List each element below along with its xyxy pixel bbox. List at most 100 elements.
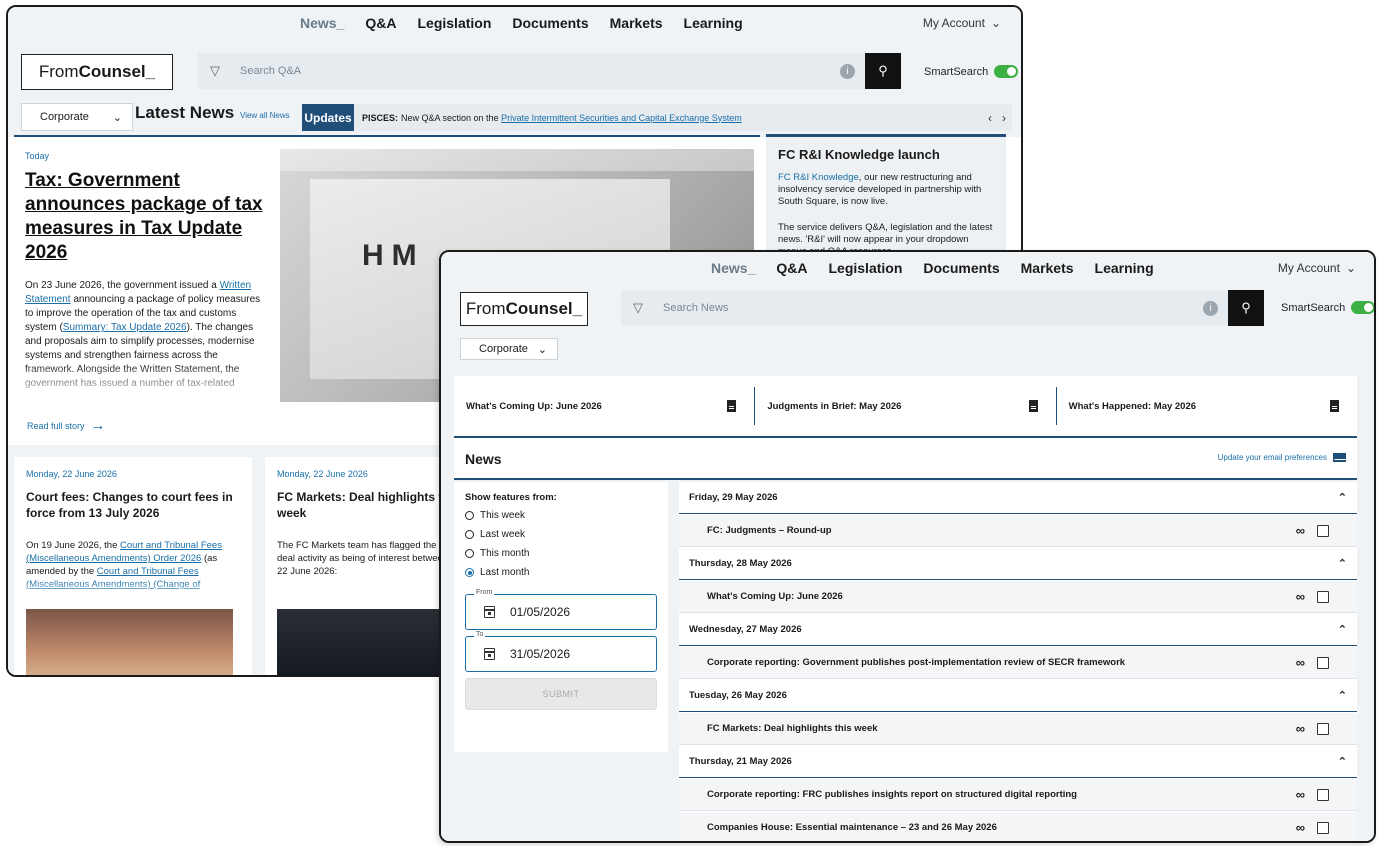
document-icon[interactable] [727,400,737,412]
read-full-story-link[interactable]: Read full story → [27,417,106,434]
radio-button[interactable] [465,549,474,558]
to-date-field[interactable]: To 31/05/2026 [465,631,657,672]
day-group-header[interactable]: Wednesday, 27 May 2026 ⌃ [679,614,1357,646]
article-row[interactable]: Corporate reporting: FRC publishes insig… [679,779,1357,811]
radio-button-selected[interactable] [465,568,474,577]
article-title[interactable]: What's Coming Up: June 2026 [707,591,843,602]
practice-area-value: Corporate [40,111,89,123]
filter-icon[interactable]: ▽ [621,300,655,316]
practice-area-select[interactable]: Corporate ⌄ [21,103,133,131]
search-button[interactable]: ⚲ [865,53,901,89]
article-title[interactable]: FC: Judgments – Round-up [707,525,832,536]
article-row[interactable]: Companies House: Essential maintenance –… [679,812,1357,841]
checkbox-icon[interactable] [1317,722,1329,735]
chevron-up-icon[interactable]: ⌃ [1338,755,1347,768]
ticker-link[interactable]: Private Intermittent Securities and Capi… [501,113,742,123]
chevron-up-icon[interactable]: ⌃ [1338,491,1347,504]
checkbox-icon[interactable] [1317,821,1329,834]
nav-news[interactable]: News_ [300,15,344,31]
nav-legislation[interactable]: Legislation [417,15,491,31]
fromcounsel-logo[interactable]: From Counsel_ [21,54,173,90]
checkbox-icon[interactable] [1317,590,1329,603]
toggle-switch[interactable] [994,65,1019,78]
news-card[interactable]: Monday, 22 June 2026 FC Markets: Deal hi… [265,457,445,675]
smartsearch-toggle[interactable]: SmartSearch [1281,301,1374,314]
link-icon[interactable]: ∞ [1296,589,1305,604]
card-title[interactable]: Court fees: Changes to court fees in for… [26,489,241,521]
article-row[interactable]: FC: Judgments – Round-up ∞ [679,515,1357,547]
hero-headline[interactable]: Tax: Government announces package of tax… [25,169,270,265]
nav-markets[interactable]: Markets [610,15,663,31]
article-row[interactable]: FC Markets: Deal highlights this week ∞ [679,713,1357,745]
rni-knowledge-link[interactable]: FC R&I Knowledge [778,172,859,183]
card-title[interactable]: FC Markets: Deal highlights this week [277,489,445,521]
link-icon[interactable]: ∞ [1296,820,1305,835]
day-group-header[interactable]: Thursday, 28 May 2026 ⌃ [679,548,1357,580]
nav-qa[interactable]: Q&A [776,260,807,276]
nav-qa[interactable]: Q&A [365,15,396,31]
nav-learning[interactable]: Learning [684,15,743,31]
radio-button[interactable] [465,511,474,520]
view-all-news-link[interactable]: View all News [240,111,290,120]
card-summary: The FC Markets team has flagged the foll… [277,539,445,601]
featured-doc[interactable]: What's Happened: May 2026 [1055,387,1357,425]
checkbox-icon[interactable] [1317,524,1329,537]
calendar-icon[interactable] [484,648,495,660]
day-group-header[interactable]: Thursday, 21 May 2026 ⌃ [679,746,1357,778]
from-date-field[interactable]: From 01/05/2026 [465,589,657,630]
practice-area-select[interactable]: Corporate ⌄ [460,338,558,360]
calendar-icon[interactable] [484,606,495,618]
nav-legislation[interactable]: Legislation [828,260,902,276]
article-title[interactable]: Companies House: Essential maintenance –… [707,822,997,833]
chevron-right-icon[interactable]: › [1002,111,1006,125]
checkbox-icon[interactable] [1317,788,1329,801]
chevron-left-icon[interactable]: ‹ [988,111,992,125]
info-icon[interactable]: i [840,63,855,79]
nav-learning[interactable]: Learning [1095,260,1154,276]
nav-markets[interactable]: Markets [1021,260,1074,276]
article-title[interactable]: Corporate reporting: FRC publishes insig… [707,789,1077,800]
email-preferences-link[interactable]: Update your email preferences [1218,453,1346,462]
nav-documents[interactable]: Documents [923,260,999,276]
article-title[interactable]: FC Markets: Deal highlights this week [707,723,878,734]
document-icon[interactable] [1028,400,1038,412]
article-row[interactable]: Corporate reporting: Government publishe… [679,647,1357,679]
updates-button[interactable]: Updates [302,104,354,131]
radio-last-month[interactable]: Last month [465,567,529,578]
chevron-up-icon[interactable]: ⌃ [1338,557,1347,570]
search-input[interactable]: Search News [655,302,1203,314]
link-icon[interactable]: ∞ [1296,721,1305,736]
search-button[interactable]: ⚲ [1228,290,1264,326]
info-icon[interactable]: i [1203,300,1218,316]
link-icon[interactable]: ∞ [1296,655,1305,670]
toggle-switch[interactable] [1351,301,1374,314]
radio-this-month[interactable]: This month [465,548,529,559]
nav-news[interactable]: News_ [711,260,755,276]
featured-doc[interactable]: Judgments in Brief: May 2026 [754,387,1055,425]
filter-icon[interactable]: ▽ [198,63,232,79]
featured-doc[interactable]: What's Coming Up: June 2026 [454,387,754,425]
fromcounsel-logo[interactable]: From Counsel_ [460,292,588,326]
link-icon[interactable]: ∞ [1296,523,1305,538]
article-title[interactable]: Corporate reporting: Government publishe… [707,657,1125,668]
search-input[interactable]: Search Q&A [232,65,840,77]
news-card[interactable]: Monday, 22 June 2026 Court fees: Changes… [14,457,252,675]
submit-button[interactable]: SUBMIT [465,678,657,710]
nav-documents[interactable]: Documents [512,15,588,31]
link-icon[interactable]: ∞ [1296,787,1305,802]
chevron-up-icon[interactable]: ⌃ [1338,623,1347,636]
radio-last-week[interactable]: Last week [465,529,525,540]
summary-link[interactable]: Summary: Tax Update 2026 [63,322,187,333]
day-group-header[interactable]: Tuesday, 26 May 2026 ⌃ [679,680,1357,712]
article-tools: ∞ [1296,820,1329,835]
my-account-menu[interactable]: My Account ⌄ [1278,252,1356,284]
my-account-menu[interactable]: My Account ⌄ [923,7,1001,39]
document-icon[interactable] [1329,400,1339,412]
radio-button[interactable] [465,530,474,539]
article-row[interactable]: What's Coming Up: June 2026 ∞ [679,581,1357,613]
day-group-header[interactable]: Friday, 29 May 2026 ⌃ [679,482,1357,514]
chevron-up-icon[interactable]: ⌃ [1338,689,1347,702]
radio-this-week[interactable]: This week [465,510,525,521]
smartsearch-toggle[interactable]: SmartSearch [924,65,1019,78]
checkbox-icon[interactable] [1317,656,1329,669]
